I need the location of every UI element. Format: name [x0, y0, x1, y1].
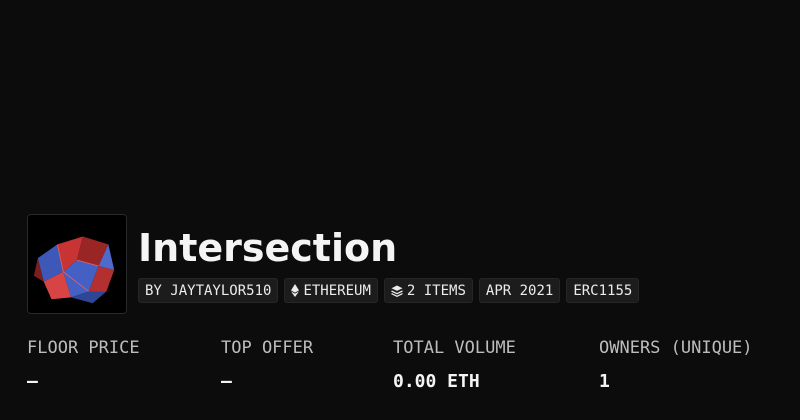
stat-value: 1 [599, 371, 610, 392]
date-label: APR 2021 [485, 282, 554, 299]
collection-meta-chips: BY JAYTAYLOR510 ETHEREUM 2 ITEMS APR 202… [138, 278, 640, 303]
standard-label: ERC1155 [573, 282, 633, 299]
stat-label: TOTAL VOLUME [393, 338, 516, 358]
creator-label: BY JAYTAYLOR510 [145, 282, 272, 299]
date-chip: APR 2021 [478, 278, 561, 303]
stat-label: OWNERS (UNIQUE) [599, 338, 753, 358]
stat-value: 0.00 ETH [393, 371, 480, 392]
chain-chip: ETHEREUM [284, 278, 378, 303]
polyhedron-artwork-icon [28, 215, 126, 313]
creator-chip[interactable]: BY JAYTAYLOR510 [138, 278, 279, 303]
stat-total-volume: TOTAL VOLUME 0.00 ETH [393, 338, 516, 393]
items-label: 2 ITEMS [406, 282, 466, 299]
chain-label: ETHEREUM [303, 282, 371, 299]
stat-label: TOP OFFER [221, 338, 314, 358]
collection-avatar [27, 214, 127, 314]
stat-value: — [27, 371, 38, 392]
standard-chip: ERC1155 [566, 278, 640, 303]
stat-top-offer: TOP OFFER — [221, 338, 313, 393]
stat-owners: OWNERS (UNIQUE) 1 [599, 338, 753, 393]
stat-value: — [221, 371, 232, 392]
collection-stats: FLOOR PRICE — TOP OFFER — TOTAL VOLUME 0… [27, 338, 787, 398]
collection-title: Intersection [138, 226, 398, 270]
items-chip: 2 ITEMS [383, 278, 473, 303]
ethereum-icon [291, 284, 300, 297]
stat-label: FLOOR PRICE [27, 338, 140, 358]
layers-icon [391, 285, 403, 297]
stat-floor-price: FLOOR PRICE — [27, 338, 140, 393]
